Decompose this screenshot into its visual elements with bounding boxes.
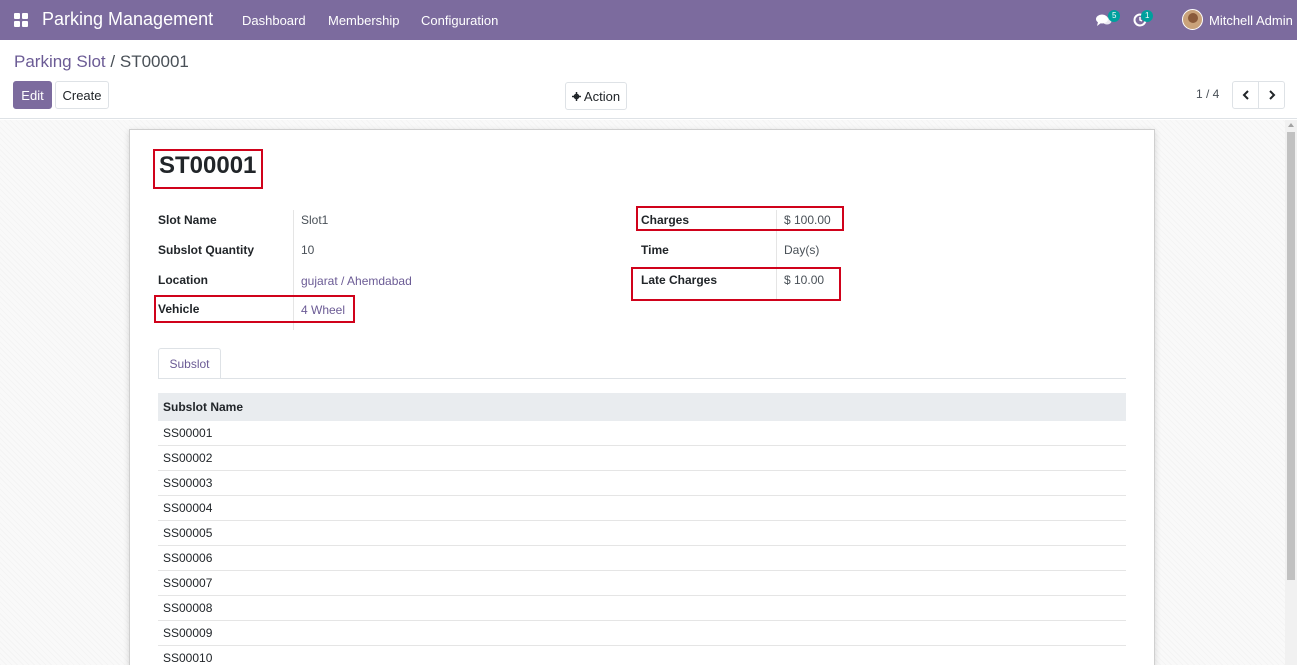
messages-count-badge: 5 [1108, 10, 1121, 22]
breadcrumb-parent[interactable]: Parking Slot [14, 52, 106, 71]
chevron-right-icon [1268, 90, 1275, 100]
table-row[interactable]: SS00010 [158, 646, 1126, 665]
highlight-box-charges [636, 206, 844, 231]
table-row[interactable]: SS00005 [158, 521, 1126, 546]
table-row[interactable]: SS00003 [158, 471, 1126, 496]
field-label-time: Time [641, 243, 669, 257]
user-avatar[interactable] [1182, 9, 1203, 30]
activities-count-badge: 1 [1141, 10, 1154, 22]
gear-icon [571, 91, 581, 101]
menu-dashboard[interactable]: Dashboard [242, 13, 306, 28]
highlight-box-record-name [153, 149, 263, 189]
top-navbar: Parking Management Dashboard Membership … [0, 0, 1297, 40]
field-value-slot-name[interactable]: Slot1 [301, 213, 328, 227]
chevron-left-icon [1242, 90, 1249, 100]
vertical-scrollbar[interactable] [1285, 120, 1297, 665]
table-row[interactable]: SS00009 [158, 621, 1126, 646]
field-label-subslot-quantity: Subslot Quantity [158, 243, 254, 257]
breadcrumb-current: ST00001 [119, 52, 189, 71]
menu-configuration[interactable]: Configuration [421, 13, 498, 28]
breadcrumb-separator: / [110, 52, 116, 71]
form-view-area: ST00001 Slot Name Slot1 Subslot Quantity… [0, 120, 1297, 665]
tab-subslot[interactable]: Subslot [158, 348, 221, 379]
tab-divider [158, 378, 1126, 379]
field-label-slot-name: Slot Name [158, 213, 217, 227]
table-row[interactable]: SS00006 [158, 546, 1126, 571]
control-panel: Parking Slot / ST00001 Edit Create Actio… [0, 40, 1297, 119]
action-label: Action [583, 88, 621, 104]
form-sheet: ST00001 Slot Name Slot1 Subslot Quantity… [129, 129, 1155, 665]
app-title[interactable]: Parking Management [42, 9, 213, 30]
field-label-location: Location [158, 273, 208, 287]
scrollbar-thumb[interactable] [1287, 132, 1295, 580]
table-row[interactable]: SS00004 [158, 496, 1126, 521]
field-value-location[interactable]: gujarat / Ahemdabad [301, 274, 412, 288]
table-row[interactable]: SS00007 [158, 571, 1126, 596]
breadcrumb: Parking Slot / ST00001 [14, 52, 189, 72]
field-value-time[interactable]: Day(s) [784, 243, 819, 257]
apps-menu-icon[interactable] [14, 13, 28, 27]
user-name[interactable]: Mitchell Admin [1209, 13, 1293, 28]
action-button[interactable]: Action [565, 82, 627, 110]
highlight-box-late-charges [631, 267, 841, 301]
pager-previous-button[interactable] [1232, 81, 1259, 109]
pager-value[interactable]: 1 / 4 [1196, 87, 1219, 101]
edit-button[interactable]: Edit [13, 81, 52, 109]
table-header-subslot-name[interactable]: Subslot Name [158, 393, 1126, 421]
pager-next-button[interactable] [1258, 81, 1285, 109]
menu-membership[interactable]: Membership [328, 13, 400, 28]
table-row[interactable]: SS00001 [158, 421, 1126, 446]
table-row[interactable]: SS00002 [158, 446, 1126, 471]
field-value-subslot-quantity[interactable]: 10 [301, 243, 314, 257]
create-button[interactable]: Create [55, 81, 109, 109]
scroll-up-arrow-icon[interactable] [1288, 123, 1294, 127]
table-row[interactable]: SS00008 [158, 596, 1126, 621]
highlight-box-vehicle [154, 295, 355, 323]
